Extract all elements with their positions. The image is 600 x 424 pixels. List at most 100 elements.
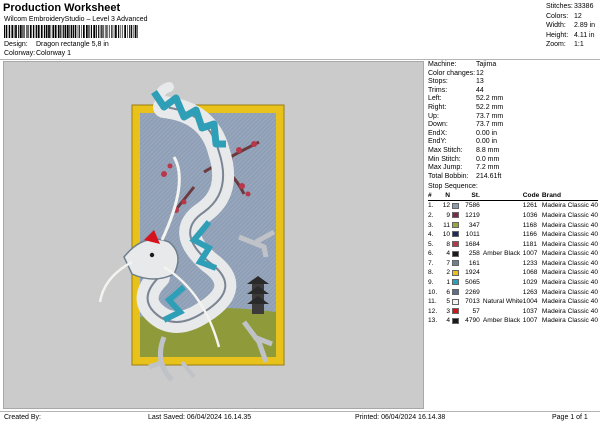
info-row: EndX: 0.00 in [428,130,598,139]
table-row: 9. 1 5065 1029 Madeira Classic 40 [428,278,598,288]
info-label: Max Jump: [428,164,463,172]
info-label: Max Stitch: [428,146,463,154]
needle-number: 4 [446,250,451,258]
color-name [480,278,523,288]
design-label: Design: [4,41,28,48]
table-row: 2. 9 1219 1036 Madeira Classic 40 [428,211,598,221]
swatch-cell [450,230,460,240]
table-row: 5. 8 1684 1181 Madeira Classic 40 [428,240,598,250]
color-swatch [452,231,460,238]
info-row: Up: 73.7 mm [428,113,598,122]
stat-label: Width: [546,22,566,29]
needle-number: 6 [446,288,451,296]
swatch-cell [450,201,460,211]
stat-row: Width: 2.89 in [546,22,598,32]
thread-code: 1004 [522,298,538,306]
thread-code: 1007 [522,317,538,325]
col-header-index: # [428,191,441,202]
needle-number: 8 [446,240,451,248]
stat-value: 1:1 [574,41,584,48]
swatch-cell [450,297,460,307]
color-name [480,307,523,317]
info-row: Down: 73.7 mm [428,121,598,130]
info-label: Total Bobbin: [428,172,469,180]
thread-code: 1168 [522,221,537,229]
summary-stats: Stitches: 33386 Colors: 12 Width: 2.89 in H… [546,3,598,51]
thread-brand: Madeira Classic 40 [541,279,598,287]
colorway-name: Colorway 1 [36,50,72,57]
row-index: 1. [428,202,434,210]
software-subtitle: Wilcom EmbroideryStudio – Level 3 Advanc… [4,16,148,23]
info-label: Right: [428,103,447,111]
table-row: 7. 7 161 1233 Madeira Classic 40 [428,259,598,269]
barcode [4,25,138,38]
info-label: Stops: [428,78,448,86]
page-number: Page 1 of 1 [552,414,588,421]
thread-code: 1029 [522,279,538,287]
last-saved: Last Saved: 06/04/2024 16.14.35 [148,414,252,421]
color-name [480,230,523,240]
info-value: Tajima [476,61,497,68]
info-value: 73.7 mm [476,121,504,129]
info-label: Color changes: [428,69,476,77]
swatch-cell [450,268,460,278]
color-name [480,221,523,231]
page-footer: Created By: Last Saved: 06/04/2024 16.14… [0,411,600,424]
color-swatch [452,288,460,295]
table-row: 1. 12 7586 1261 Madeira Classic 40 [428,201,598,211]
info-label: Min Stitch: [428,155,461,163]
info-row: Max Stitch: 8.8 mm [428,147,598,156]
thread-code: 1007 [522,250,538,258]
info-value: 52.2 mm [476,95,504,103]
stitch-count: 347 [468,221,480,229]
stitch-count: 1011 [465,231,480,239]
stat-label: Colors: [546,12,569,20]
info-row: Total Bobbin: 214.61ft [428,173,598,182]
thread-code: 1261 [522,202,538,210]
info-row: Left: 52.2 mm [428,95,598,104]
thread-brand: Madeira Classic 40 [541,259,598,267]
info-label: Machine: [428,61,457,68]
color-name [480,201,523,211]
needle-number: 4 [446,317,451,325]
swatch-cell [450,211,460,221]
stitch-count: 161 [468,259,480,267]
info-row: Machine: Tajima [428,61,598,70]
table-row: 4. 10 1011 1166 Madeira Classic 40 [428,230,598,240]
row-index: 11. [428,298,437,306]
thread-brand: Madeira Classic 40 [541,240,598,248]
info-row: Max Jump: 7.2 mm [428,164,598,173]
info-row: Trims: 44 [428,87,598,96]
swatch-cell [450,316,460,326]
info-row: Min Stitch: 0.0 mm [428,156,598,165]
thread-code: 1037 [522,307,538,315]
design-row: Design: Dragon rectangle 5,8 in [4,41,109,48]
col-header-stitches: St. [459,191,480,202]
header-divider [0,59,600,60]
thread-brand: Madeira Classic 40 [541,288,598,296]
color-swatch [452,250,460,257]
info-value: 0.0 mm [476,155,500,163]
thread-code: 1263 [522,288,538,296]
color-name [480,240,523,250]
row-index: 3. [428,221,434,229]
row-index: 12. [428,307,438,315]
info-value: 52.2 mm [476,103,504,111]
color-swatch [452,240,460,247]
table-row: 8. 2 1924 1068 Madeira Classic 40 [428,268,598,278]
info-label: Trims: [428,86,448,94]
stat-label: Stitches: [546,3,573,10]
stat-row: Colors: 12 [546,13,598,23]
info-row: Color changes: 12 [428,70,598,79]
needle-number: 3 [446,307,451,315]
color-name: Amber Black [482,317,521,325]
swatch-cell [450,259,460,269]
row-index: 4. [428,231,434,239]
stitch-count: 4790 [465,317,480,325]
stitch-count: 1219 [465,211,480,219]
color-swatch [452,202,460,209]
needle-number: 10 [442,231,451,239]
stitch-count: 1924 [465,269,480,277]
dragon-embroidery-image [98,82,285,382]
color-swatch [452,279,460,286]
